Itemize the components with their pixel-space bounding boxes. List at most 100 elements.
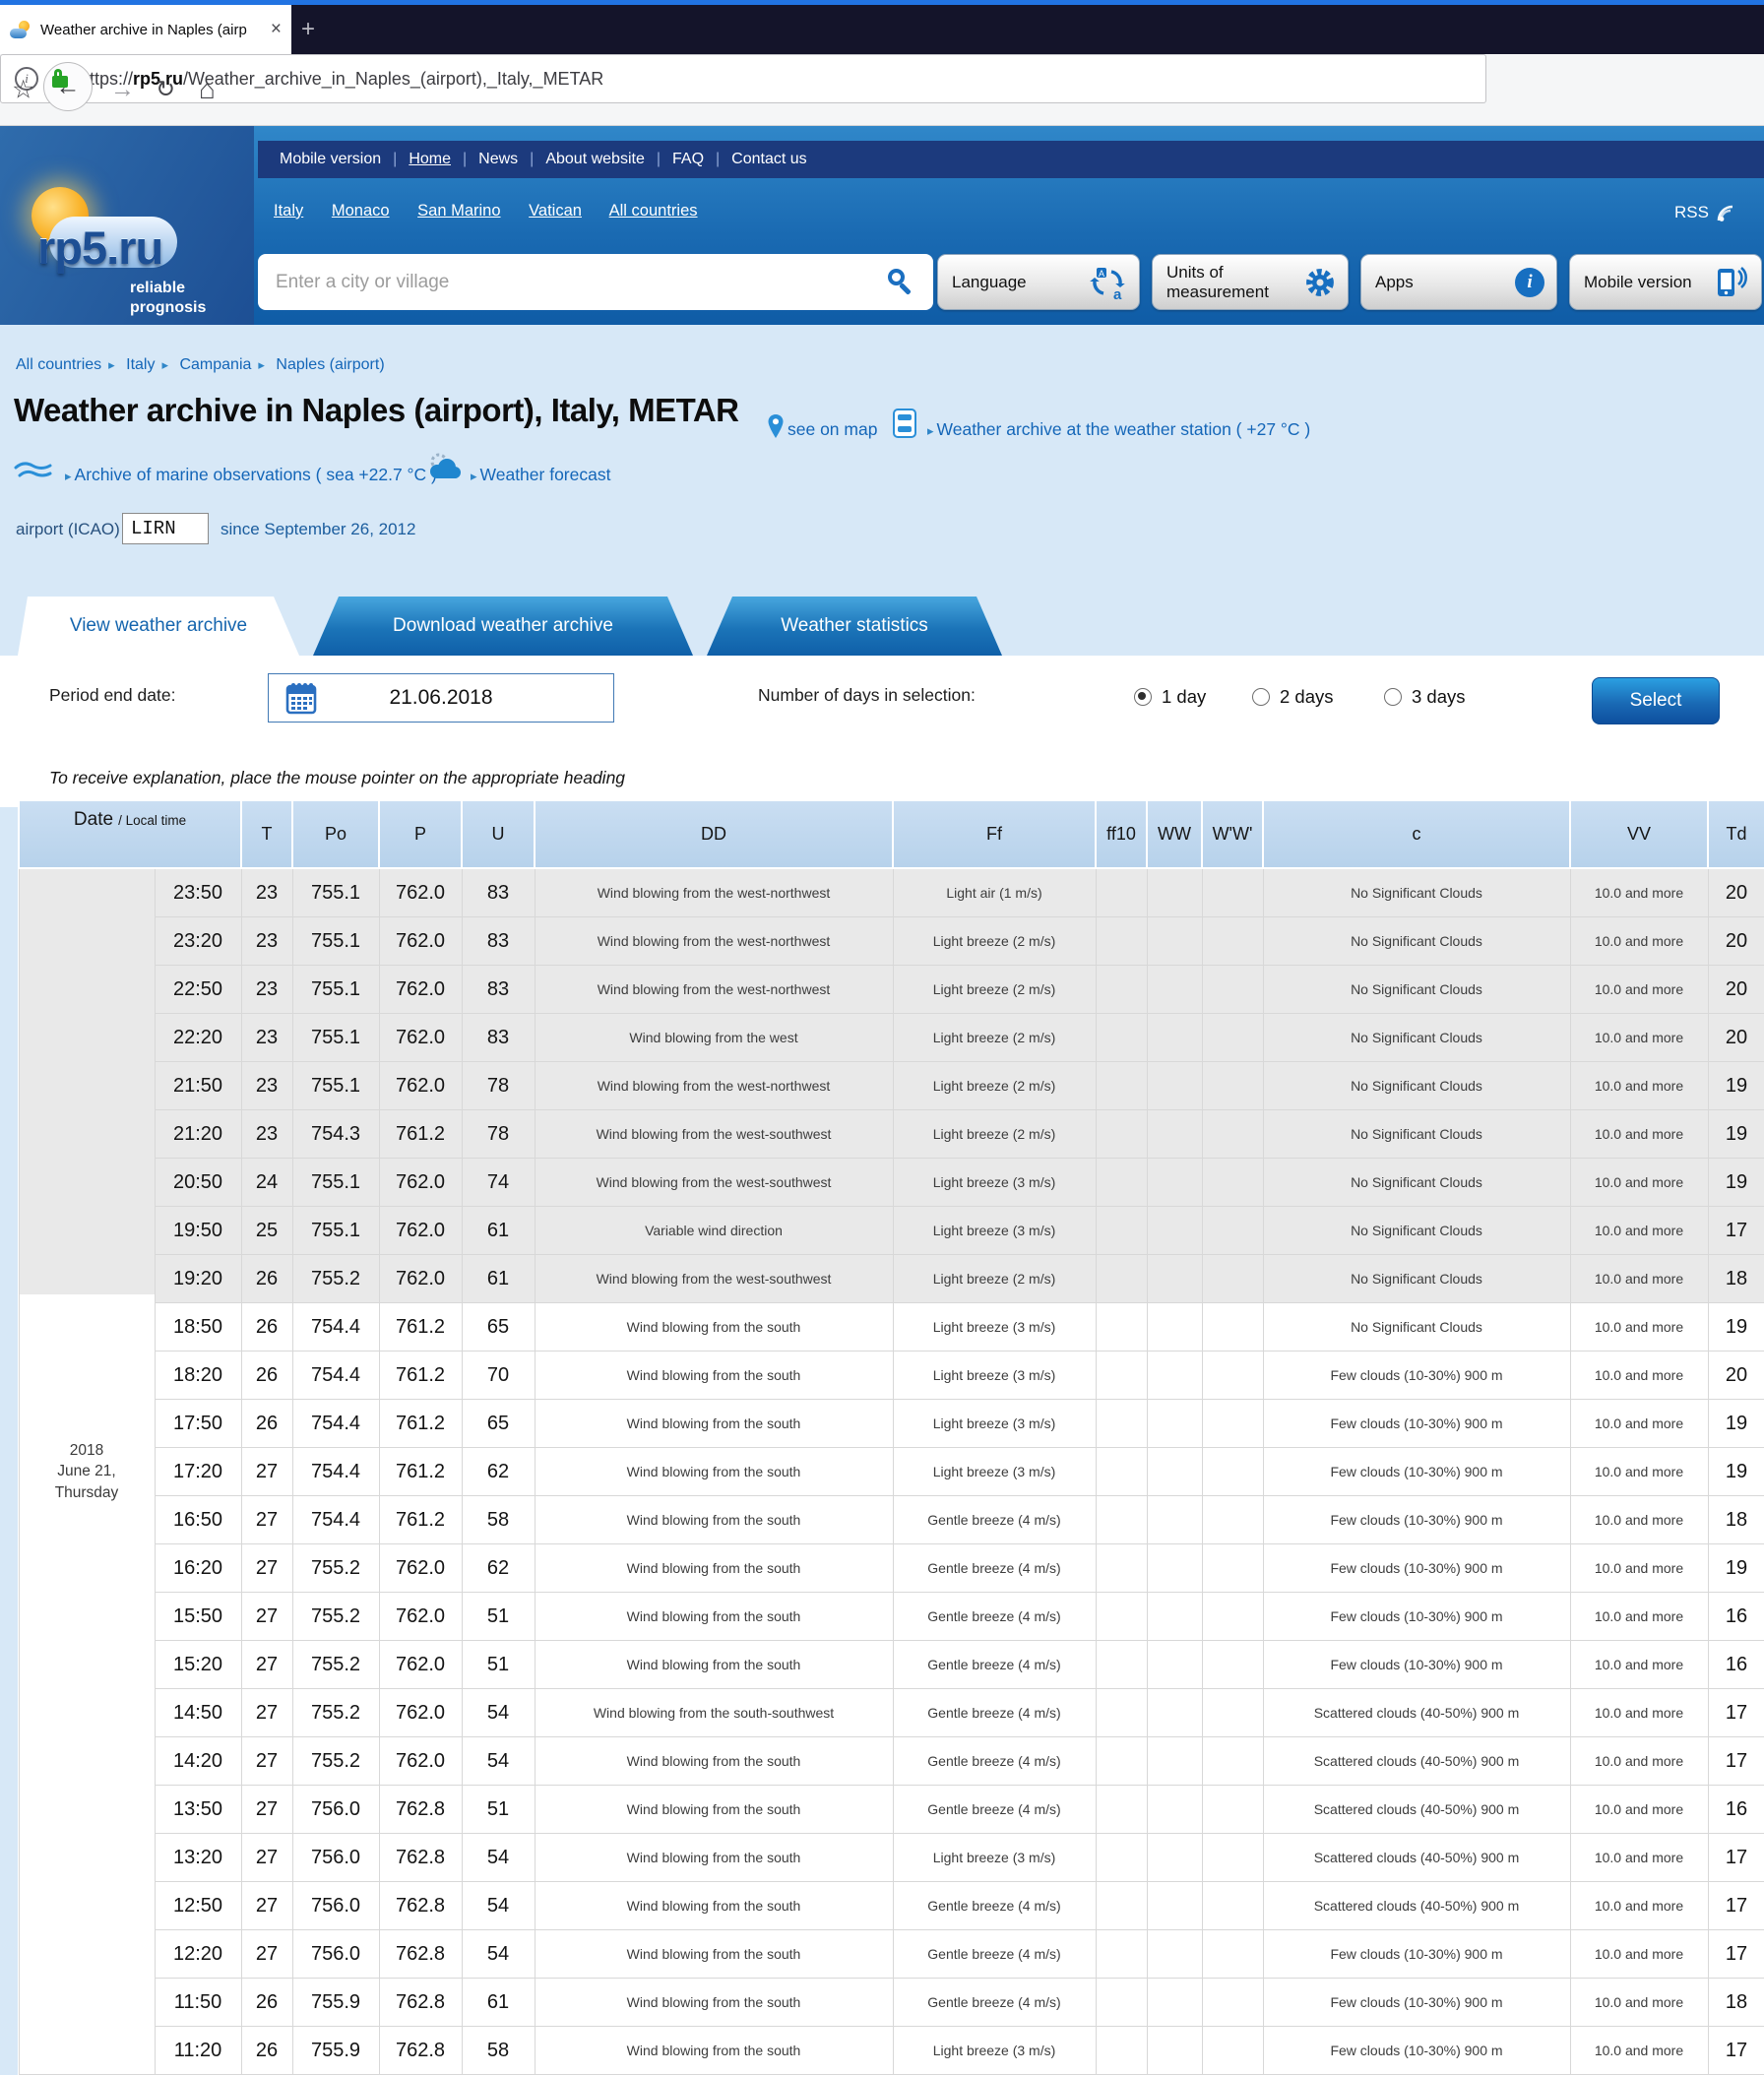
browser-tab-bar: Weather archive in Naples (airp × + <box>0 5 1764 54</box>
back-button[interactable]: ← <box>43 62 93 111</box>
col-header-ww[interactable]: W'W' <box>1202 800 1263 868</box>
forward-button[interactable]: → <box>110 76 135 104</box>
col-header-date[interactable]: Date / Local time <box>19 800 241 868</box>
period-end-date-label: Period end date: <box>49 685 175 706</box>
cell-po: 755.1 <box>292 1014 379 1062</box>
cell-www <box>1202 966 1263 1014</box>
cell-time: 16:50 <box>155 1496 241 1544</box>
country-monaco[interactable]: Monaco <box>332 202 390 220</box>
bookmark-star-icon[interactable]: ☆ <box>12 75 34 105</box>
nav-home[interactable]: Home <box>409 151 451 168</box>
breadcrumb-italy[interactable]: Italy <box>126 356 155 373</box>
cell-dd: Wind blowing from the south <box>535 1979 893 2027</box>
mobile-version-button[interactable]: Mobile version <box>1569 254 1762 310</box>
breadcrumb-naples-airport[interactable]: Naples (airport) <box>276 356 384 373</box>
rss-link[interactable]: RSS <box>1674 203 1738 222</box>
select-button[interactable]: Select <box>1592 677 1720 724</box>
col-header-po[interactable]: Po <box>292 800 379 868</box>
cell-ff10 <box>1096 917 1147 966</box>
col-header-ff[interactable]: Ff <box>893 800 1096 868</box>
table-row: 2018June 21,Thursday23:5023755.1762.083W… <box>19 868 1764 917</box>
breadcrumb-all-countries[interactable]: All countries <box>16 356 101 373</box>
col-header-td[interactable]: Td <box>1708 800 1764 868</box>
cell-time: 15:20 <box>155 1641 241 1689</box>
tab-weather-statistics[interactable]: Weather statistics <box>707 597 1002 656</box>
cell-u: 70 <box>462 1352 535 1400</box>
weather-forecast-link[interactable]: ▸Weather forecast <box>471 465 610 485</box>
cell-p: 762.0 <box>379 868 462 917</box>
cell-www <box>1202 1159 1263 1207</box>
radio-3-days[interactable] <box>1384 688 1402 706</box>
nav-contact[interactable]: Contact us <box>731 151 806 168</box>
units-button[interactable]: Units of measurement <box>1152 254 1349 310</box>
browser-tab[interactable]: Weather archive in Naples (airp × <box>0 5 291 54</box>
cell-u: 58 <box>462 1496 535 1544</box>
col-header-dd[interactable]: DD <box>535 800 893 868</box>
cell-ff: Light breeze (2 m/s) <box>893 966 1096 1014</box>
cell-dd: Wind blowing from the west <box>535 1014 893 1062</box>
language-button[interactable]: Language aA <box>937 254 1140 310</box>
cell-time: 23:50 <box>155 868 241 917</box>
cell-dd: Wind blowing from the south <box>535 1641 893 1689</box>
country-vatican[interactable]: Vatican <box>529 202 582 220</box>
search-icon[interactable] <box>886 267 917 298</box>
nav-faq[interactable]: FAQ <box>672 151 704 168</box>
radio-3-days-label[interactable]: 3 days <box>1412 686 1466 708</box>
col-header-u[interactable]: U <box>462 800 535 868</box>
country-all[interactable]: All countries <box>609 202 698 220</box>
cell-ww <box>1147 1737 1202 1786</box>
cell-td: 17 <box>1708 1689 1764 1737</box>
col-header-p[interactable]: P <box>379 800 462 868</box>
cell-ww <box>1147 1496 1202 1544</box>
reload-button[interactable]: ↻ <box>156 76 175 104</box>
search-input[interactable] <box>258 254 933 310</box>
col-header-c[interactable]: c <box>1263 800 1570 868</box>
url-bar[interactable]: i https://rp5.ru/Weather_archive_in_Napl… <box>0 54 1486 103</box>
radio-2-days[interactable] <box>1252 688 1270 706</box>
cell-time: 19:20 <box>155 1255 241 1303</box>
home-button[interactable]: ⌂ <box>199 74 216 105</box>
cell-www <box>1202 1255 1263 1303</box>
site-logo[interactable]: rp5.ru <box>37 220 162 275</box>
table-row: 18:2026754.4761.270Wind blowing from the… <box>19 1352 1764 1400</box>
cell-p: 762.0 <box>379 1159 462 1207</box>
cell-ww <box>1147 917 1202 966</box>
cell-c: No Significant Clouds <box>1263 1062 1570 1110</box>
breadcrumb-campania[interactable]: Campania <box>179 356 251 373</box>
cell-po: 754.3 <box>292 1110 379 1159</box>
cell-u: 65 <box>462 1400 535 1448</box>
cell-ww <box>1147 1400 1202 1448</box>
cell-td: 16 <box>1708 1593 1764 1641</box>
radio-2-days-label[interactable]: 2 days <box>1280 686 1334 708</box>
nav-about[interactable]: About website <box>545 151 645 168</box>
col-header-ww[interactable]: WW <box>1147 800 1202 868</box>
new-tab-button[interactable]: + <box>301 17 315 42</box>
cell-c: Scattered clouds (40-50%) 900 m <box>1263 1834 1570 1882</box>
cell-t: 27 <box>241 1496 292 1544</box>
cell-www <box>1202 1979 1263 2027</box>
see-on-map-link[interactable]: see on map <box>788 419 877 440</box>
icao-input[interactable]: LIRN <box>122 513 209 544</box>
col-header-vv[interactable]: VV <box>1570 800 1708 868</box>
cell-www <box>1202 1882 1263 1930</box>
apps-button[interactable]: Apps i <box>1360 254 1557 310</box>
col-header-ff10[interactable]: ff10 <box>1096 800 1147 868</box>
cell-t: 24 <box>241 1159 292 1207</box>
nav-news[interactable]: News <box>478 151 518 168</box>
tab-view-weather-archive[interactable]: View weather archive <box>18 597 299 656</box>
cell-dd: Wind blowing from the south <box>535 1930 893 1979</box>
cell-ff10 <box>1096 868 1147 917</box>
marine-archive-link[interactable]: ▸Archive of marine observations ( sea +2… <box>65 465 437 485</box>
radio-1-day-label[interactable]: 1 day <box>1162 686 1206 708</box>
tab-download-weather-archive[interactable]: Download weather archive <box>313 597 693 656</box>
col-header-t[interactable]: T <box>241 800 292 868</box>
country-italy[interactable]: Italy <box>274 202 303 220</box>
country-san-marino[interactable]: San Marino <box>417 202 500 220</box>
tab-close-icon[interactable]: × <box>271 19 282 40</box>
cell-u: 54 <box>462 1882 535 1930</box>
station-archive-link[interactable]: ▸Weather archive at the weather station … <box>927 419 1310 440</box>
radio-1-day[interactable] <box>1134 688 1152 706</box>
nav-mobile-version[interactable]: Mobile version <box>280 151 381 168</box>
table-row: 16:5027754.4761.258Wind blowing from the… <box>19 1496 1764 1544</box>
table-row: 22:5023755.1762.083Wind blowing from the… <box>19 966 1764 1014</box>
